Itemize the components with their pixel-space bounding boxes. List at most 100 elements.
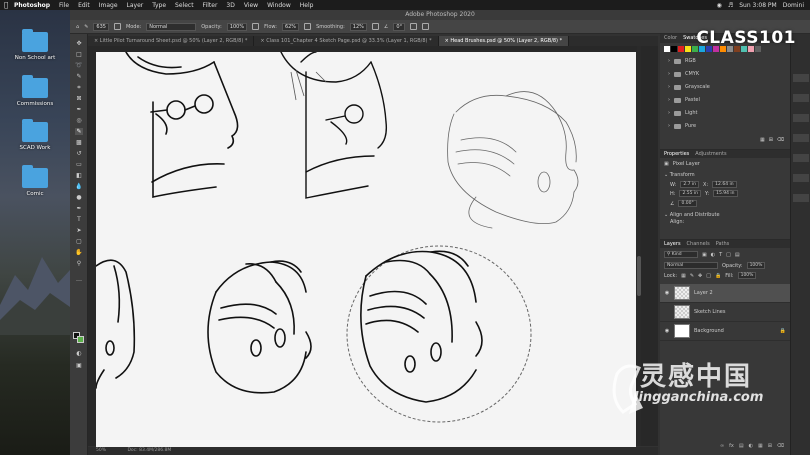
blur-tool-icon[interactable]: 💧: [75, 183, 83, 190]
eyedropper-tool-icon[interactable]: ✒: [75, 106, 83, 113]
brush-size-field[interactable]: 635: [93, 22, 109, 31]
swatch-group-grayscale[interactable]: › Grayscale: [660, 81, 790, 94]
filter-smart-icon[interactable]: ▤: [735, 252, 740, 258]
menu-layer[interactable]: Layer: [127, 2, 144, 9]
layer-row-sketch-lines[interactable]: Sketch Lines: [660, 303, 790, 322]
kind-filter[interactable]: ⚲ Kind: [664, 251, 698, 258]
add-mask-icon[interactable]: ▤: [739, 443, 744, 453]
shape-tool-icon[interactable]: ▢: [75, 238, 83, 245]
lock-artboard-icon[interactable]: □: [706, 273, 711, 279]
color-swatch[interactable]: [664, 46, 670, 52]
swatch-group-rgb[interactable]: › RGB: [660, 55, 790, 68]
smoothing-options-icon[interactable]: [371, 23, 379, 30]
angle-field[interactable]: 0.00°: [678, 200, 697, 207]
healing-tool-icon[interactable]: ◎: [75, 117, 83, 124]
panel-icon[interactable]: [793, 154, 809, 162]
symmetry-icon[interactable]: [422, 23, 430, 30]
lock-position-icon[interactable]: ✥: [698, 273, 702, 279]
menu-filter[interactable]: Filter: [203, 2, 218, 9]
tab-turnaround-sheet[interactable]: × Little Pilot Turnaround Sheet.psd @ 50…: [88, 36, 255, 46]
filter-shape-icon[interactable]: □: [726, 252, 731, 258]
menu-edit[interactable]: Edit: [78, 2, 90, 9]
hand-tool-icon[interactable]: ✋: [75, 249, 83, 256]
new-group-icon[interactable]: ▦: [760, 137, 765, 145]
mode-select[interactable]: Normal: [146, 22, 197, 31]
swatch-group-cmyk[interactable]: › CMYK: [660, 68, 790, 81]
transform-header[interactable]: ⌄ Transform: [660, 170, 790, 180]
menu-help[interactable]: Help: [300, 2, 314, 9]
eye-icon[interactable]: ◉: [664, 290, 670, 296]
brush-settings-icon[interactable]: [113, 23, 121, 30]
pressure-opacity-icon[interactable]: [252, 23, 260, 30]
pressure-size-icon[interactable]: [410, 23, 418, 30]
menu-select[interactable]: Select: [175, 2, 194, 9]
filter-pixel-icon[interactable]: ▣: [702, 252, 707, 258]
adjustment-layer-icon[interactable]: ◐: [749, 443, 753, 453]
menu-view[interactable]: View: [244, 2, 258, 9]
tab-color[interactable]: Color: [664, 34, 677, 43]
layer-opacity-field[interactable]: 100%: [746, 262, 766, 269]
background-color-swatch[interactable]: [77, 336, 84, 343]
width-field[interactable]: 2.7 in: [680, 181, 700, 188]
x-field[interactable]: 12.64 in: [712, 181, 737, 188]
lock-image-icon[interactable]: ✎: [690, 273, 694, 279]
folder-non-school-art[interactable]: Non School art: [12, 29, 58, 61]
new-group-icon[interactable]: ▦: [758, 443, 763, 453]
opacity-field[interactable]: 100%: [226, 22, 248, 31]
tab-paths[interactable]: Paths: [716, 240, 730, 248]
folder-scad-work[interactable]: SCAD Work: [12, 119, 58, 151]
apple-icon[interactable]: : [4, 1, 8, 9]
more-tools-icon[interactable]: …: [75, 276, 83, 283]
lock-all-icon[interactable]: 🔒: [715, 273, 721, 279]
trash-icon[interactable]: ⌫: [777, 443, 784, 453]
height-field[interactable]: 2.55 in: [679, 190, 702, 197]
new-layer-icon[interactable]: ⊞: [768, 443, 772, 453]
trash-icon[interactable]: ⌫: [777, 137, 784, 145]
menu-3d[interactable]: 3D: [226, 2, 234, 9]
crop-tool-icon[interactable]: ⌗: [75, 84, 83, 91]
dodge-tool-icon[interactable]: ●: [75, 194, 83, 201]
lasso-tool-icon[interactable]: ➰: [75, 62, 83, 69]
wifi-icon[interactable]: ◉: [717, 2, 722, 9]
panel-icon[interactable]: [793, 94, 809, 102]
frame-tool-icon[interactable]: ⊠: [75, 95, 83, 102]
menu-app-name[interactable]: Photoshop: [14, 2, 50, 9]
tab-sketch-page[interactable]: × Class 101_Chapter 4 Sketch Page.psd @ …: [254, 36, 439, 46]
y-field[interactable]: 15.94 in: [713, 190, 738, 197]
blend-mode-select[interactable]: Normal: [664, 262, 718, 269]
swatch-group-pure[interactable]: › Pure: [660, 120, 790, 133]
swatch-group-pastel[interactable]: › Pastel: [660, 94, 790, 107]
flow-field[interactable]: 62%: [281, 22, 300, 31]
brush-tool-icon[interactable]: ✎: [75, 128, 83, 135]
quick-mask-icon[interactable]: ◐: [75, 350, 83, 357]
tab-channels[interactable]: Channels: [687, 240, 710, 248]
folder-comic[interactable]: Comic: [12, 165, 58, 197]
filter-type-icon[interactable]: T: [719, 252, 722, 258]
panel-icon[interactable]: [793, 114, 809, 122]
menu-file[interactable]: File: [59, 2, 69, 9]
quick-select-tool-icon[interactable]: ✎: [75, 73, 83, 80]
history-brush-icon[interactable]: ↺: [75, 150, 83, 157]
tab-adjustments[interactable]: Adjustments: [695, 150, 726, 158]
pen-tool-icon[interactable]: ✒: [75, 205, 83, 212]
scrollbar-thumb[interactable]: [637, 256, 641, 296]
path-select-tool-icon[interactable]: ➤: [75, 227, 83, 234]
brush-tool-icon[interactable]: ✎: [84, 24, 88, 30]
zoom-level[interactable]: 50%: [96, 448, 106, 453]
menubar-user[interactable]: Domini: [783, 2, 804, 9]
menu-image[interactable]: Image: [99, 2, 118, 9]
folder-commissions[interactable]: Commissions: [12, 75, 58, 107]
lock-transparent-icon[interactable]: ▦: [681, 273, 686, 279]
menu-window[interactable]: Window: [267, 2, 291, 9]
color-swatch[interactable]: [685, 46, 691, 52]
panel-icon[interactable]: [793, 174, 809, 182]
stamp-tool-icon[interactable]: ▩: [75, 139, 83, 146]
eye-icon[interactable]: ◉: [664, 328, 670, 334]
marquee-tool-icon[interactable]: □: [75, 51, 83, 58]
screen-mode-icon[interactable]: ▣: [75, 362, 83, 369]
tab-head-brushes[interactable]: × Head Brushes.psd @ 50% (Layer 2, RGB/8…: [438, 36, 570, 46]
panel-icon[interactable]: [793, 74, 809, 82]
gradient-tool-icon[interactable]: ◧: [75, 172, 83, 179]
eraser-tool-icon[interactable]: ▭: [75, 161, 83, 168]
new-swatch-icon[interactable]: ⊞: [769, 137, 773, 145]
